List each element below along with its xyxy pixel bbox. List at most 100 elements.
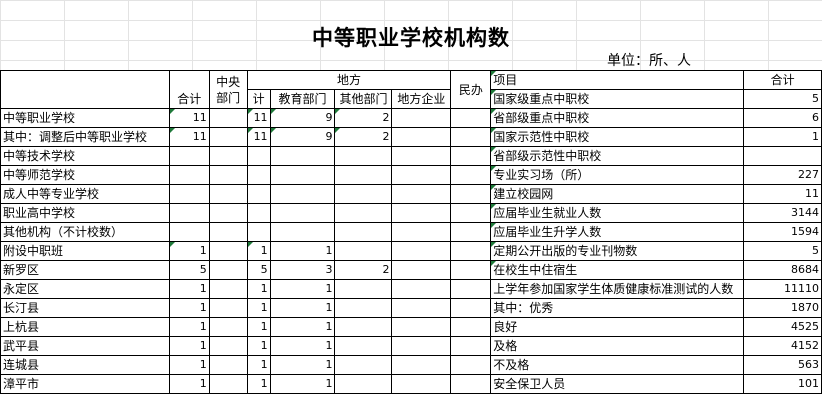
cell-private[interactable] bbox=[450, 298, 492, 318]
cell-ent[interactable] bbox=[391, 203, 452, 223]
item-label[interactable]: 及格 bbox=[490, 336, 745, 356]
cell-other[interactable] bbox=[334, 317, 393, 337]
item-label[interactable]: 应届毕业生升学人数 bbox=[490, 222, 745, 242]
cell-other[interactable] bbox=[334, 146, 393, 166]
cell-central[interactable] bbox=[208, 184, 248, 204]
row-label[interactable]: 上杭县 bbox=[0, 317, 170, 337]
cell-central[interactable] bbox=[208, 241, 248, 261]
item-label[interactable]: 安全保卫人员 bbox=[490, 374, 745, 394]
unit-label[interactable]: 单位：所、人 bbox=[607, 50, 691, 70]
cell-ent[interactable] bbox=[391, 241, 452, 261]
cell-ent[interactable] bbox=[391, 260, 452, 280]
item-label[interactable]: 定期公开出版的专业刊物数 bbox=[490, 241, 745, 261]
cell-other[interactable]: 2 bbox=[334, 108, 393, 128]
cell-ent[interactable] bbox=[391, 108, 452, 128]
cell-central[interactable] bbox=[208, 203, 248, 223]
row-label[interactable]: 中等技术学校 bbox=[0, 146, 170, 166]
cell-edu[interactable]: 9 bbox=[269, 127, 336, 147]
cell-ent[interactable] bbox=[391, 355, 452, 375]
cell-ent[interactable] bbox=[391, 336, 452, 356]
item-total[interactable]: 227 bbox=[743, 165, 822, 185]
header-private[interactable]: 民办 bbox=[450, 70, 492, 109]
cell-ent[interactable] bbox=[391, 146, 452, 166]
cell-ji[interactable]: 11 bbox=[246, 127, 271, 147]
item-label[interactable]: 建立校园网 bbox=[490, 184, 745, 204]
cell-edu[interactable]: 9 bbox=[269, 108, 336, 128]
cell-total[interactable]: 11 bbox=[168, 108, 210, 128]
cell-ji[interactable]: 1 bbox=[246, 336, 271, 356]
item-total[interactable]: 5 bbox=[743, 89, 822, 109]
item-label[interactable]: 应届毕业生就业人数 bbox=[490, 203, 745, 223]
cell-ji[interactable] bbox=[246, 203, 271, 223]
cell-ent[interactable] bbox=[391, 184, 452, 204]
cell-other[interactable] bbox=[334, 298, 393, 318]
item-label[interactable]: 其中：优秀 bbox=[490, 298, 745, 318]
item-label[interactable]: 在校生中住宿生 bbox=[490, 260, 745, 280]
cell-total[interactable]: 5 bbox=[168, 260, 210, 280]
cell-ent[interactable] bbox=[391, 317, 452, 337]
header-central[interactable]: 中央部门 bbox=[208, 70, 248, 109]
cell-private[interactable] bbox=[450, 241, 492, 261]
cell-edu[interactable]: 1 bbox=[269, 298, 336, 318]
cell-private[interactable] bbox=[450, 355, 492, 375]
row-label[interactable]: 其中：调整后中等职业学校 bbox=[0, 127, 170, 147]
cell-edu[interactable]: 1 bbox=[269, 317, 336, 337]
row-label[interactable]: 长汀县 bbox=[0, 298, 170, 318]
row-label[interactable]: 漳平市 bbox=[0, 374, 170, 394]
cell-edu[interactable]: 1 bbox=[269, 355, 336, 375]
cell-private[interactable] bbox=[450, 108, 492, 128]
item-label[interactable]: 不及格 bbox=[490, 355, 745, 375]
cell-ent[interactable] bbox=[391, 165, 452, 185]
item-total[interactable]: 3144 bbox=[743, 203, 822, 223]
item-total[interactable]: 5 bbox=[743, 241, 822, 261]
cell-total[interactable] bbox=[168, 184, 210, 204]
cell-ji[interactable] bbox=[246, 222, 271, 242]
cell-edu[interactable]: 1 bbox=[269, 241, 336, 261]
cell-ji[interactable]: 1 bbox=[246, 374, 271, 394]
cell-ent[interactable] bbox=[391, 127, 452, 147]
cell-other[interactable] bbox=[334, 184, 393, 204]
item-total[interactable]: 1 bbox=[743, 127, 822, 147]
cell-private[interactable] bbox=[450, 184, 492, 204]
cell-edu[interactable] bbox=[269, 184, 336, 204]
cell-ent[interactable] bbox=[391, 374, 452, 394]
cell-private[interactable] bbox=[450, 317, 492, 337]
cell-private[interactable] bbox=[450, 127, 492, 147]
cell-other[interactable]: 2 bbox=[334, 127, 393, 147]
cell-edu[interactable] bbox=[269, 146, 336, 166]
cell-edu[interactable] bbox=[269, 203, 336, 223]
cell-total[interactable]: 11 bbox=[168, 127, 210, 147]
cell-private[interactable] bbox=[450, 260, 492, 280]
item-label[interactable]: 省部级示范性中职校 bbox=[490, 146, 745, 166]
cell-total[interactable]: 1 bbox=[168, 298, 210, 318]
cell-ent[interactable] bbox=[391, 222, 452, 242]
cell-total[interactable] bbox=[168, 222, 210, 242]
cell-other[interactable] bbox=[334, 355, 393, 375]
item-total[interactable]: 1870 bbox=[743, 298, 822, 318]
header-local-sub-1[interactable]: 教育部门 bbox=[269, 89, 336, 109]
cell-private[interactable] bbox=[450, 146, 492, 166]
item-label[interactable]: 上学年参加国家学生体质健康标准测试的人数 bbox=[490, 279, 745, 299]
cell-central[interactable] bbox=[208, 127, 248, 147]
cell-central[interactable] bbox=[208, 222, 248, 242]
item-total[interactable]: 563 bbox=[743, 355, 822, 375]
item-total[interactable]: 6 bbox=[743, 108, 822, 128]
cell-ji[interactable]: 1 bbox=[246, 317, 271, 337]
cell-total[interactable] bbox=[168, 165, 210, 185]
cell-ji[interactable]: 1 bbox=[246, 279, 271, 299]
item-total[interactable]: 4525 bbox=[743, 317, 822, 337]
cell-central[interactable] bbox=[208, 165, 248, 185]
header-local-sub-3[interactable]: 地方企业 bbox=[391, 89, 452, 109]
cell-edu[interactable]: 1 bbox=[269, 374, 336, 394]
cell-ji[interactable]: 1 bbox=[246, 298, 271, 318]
item-total[interactable]: 11110 bbox=[743, 279, 822, 299]
cell-central[interactable] bbox=[208, 146, 248, 166]
item-label[interactable]: 良好 bbox=[490, 317, 745, 337]
item-total[interactable] bbox=[743, 146, 822, 166]
item-total[interactable]: 11 bbox=[743, 184, 822, 204]
cell-private[interactable] bbox=[450, 279, 492, 299]
header-item[interactable]: 项目 bbox=[490, 70, 745, 90]
cell-central[interactable] bbox=[208, 298, 248, 318]
cell-ji[interactable]: 1 bbox=[246, 241, 271, 261]
cell-private[interactable] bbox=[450, 374, 492, 394]
